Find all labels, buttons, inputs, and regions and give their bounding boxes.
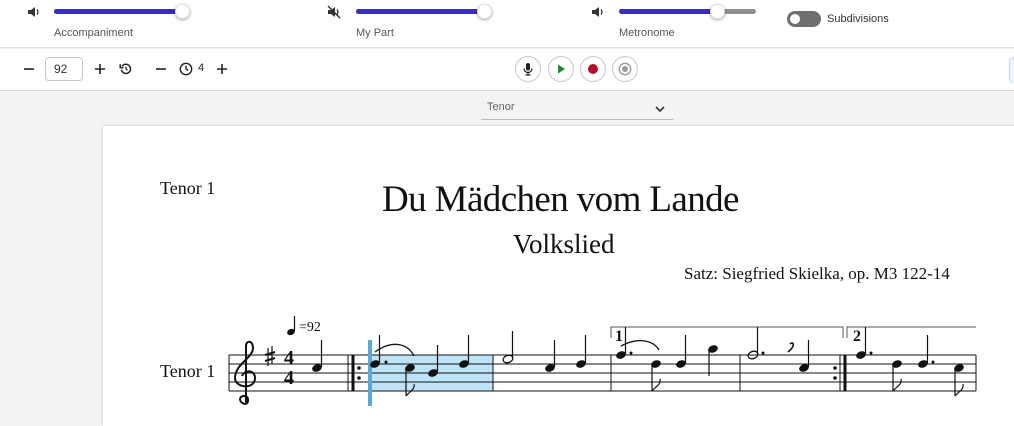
- metronome-label: Metronome: [619, 27, 675, 39]
- speaker-muted-icon[interactable]: [326, 4, 342, 20]
- my-part-label: My Part: [356, 27, 394, 39]
- clock-icon: [179, 62, 193, 76]
- microphone-button[interactable]: [515, 56, 541, 82]
- my-part-slider-thumb[interactable]: [477, 4, 492, 19]
- count-in-indicator: [179, 62, 193, 76]
- transport-bar: 92 4: [0, 49, 1014, 91]
- minus-icon: [24, 68, 34, 70]
- tempo-note-icon: [287, 316, 296, 336]
- tempo-decrease-button[interactable]: [22, 62, 36, 76]
- tempo-input[interactable]: 92: [45, 57, 83, 81]
- plus-icon: [217, 64, 227, 74]
- playback-cursor: [368, 340, 372, 406]
- accompaniment-label: Accompaniment: [54, 27, 133, 39]
- record-icon: [588, 64, 598, 74]
- staff-notation: [228, 316, 977, 406]
- breath-mark: [787, 342, 795, 353]
- speaker-icon[interactable]: [590, 4, 606, 20]
- side-panel-button[interactable]: [1009, 57, 1014, 83]
- record-button[interactable]: [580, 56, 606, 82]
- count-in-decrease-button[interactable]: [154, 62, 168, 76]
- staff-lines: [229, 354, 976, 392]
- play-button[interactable]: [548, 56, 574, 82]
- accompaniment-slider[interactable]: [54, 4, 190, 19]
- microphone-icon: [523, 63, 533, 76]
- listen-button[interactable]: [612, 56, 638, 82]
- first-ending-bracket: [610, 326, 844, 338]
- minus-icon: [156, 68, 166, 70]
- listen-icon: [618, 62, 632, 76]
- play-icon: [558, 64, 565, 74]
- key-signature-sharp: [264, 346, 276, 366]
- part-select-value: Tenor: [487, 101, 515, 113]
- second-ending-bracket: [846, 326, 976, 338]
- subdivisions-toggle[interactable]: [787, 11, 821, 27]
- my-part-slider[interactable]: [356, 4, 492, 19]
- speaker-icon[interactable]: [26, 4, 42, 20]
- tempo-reset-button[interactable]: [119, 62, 133, 76]
- metronome-slider-thumb[interactable]: [710, 4, 725, 19]
- metronome-slider[interactable]: [619, 4, 756, 19]
- chevron-down-icon: [655, 106, 665, 113]
- accompaniment-slider-thumb[interactable]: [175, 4, 190, 19]
- count-in-value: 4: [198, 62, 205, 74]
- count-in-increase-button[interactable]: [215, 62, 229, 76]
- subdivisions-label: Subdivisions: [827, 13, 889, 25]
- tempo-increase-button[interactable]: [93, 62, 107, 76]
- score-page: Tenor 1 Du Mädchen vom Lande Volkslied S…: [103, 126, 1014, 426]
- part-select[interactable]: Tenor: [481, 98, 673, 120]
- reset-icon: [119, 63, 132, 75]
- mixer-bar: Accompaniment My Part Metronome Subdivis…: [0, 0, 1014, 48]
- plus-icon: [95, 64, 105, 74]
